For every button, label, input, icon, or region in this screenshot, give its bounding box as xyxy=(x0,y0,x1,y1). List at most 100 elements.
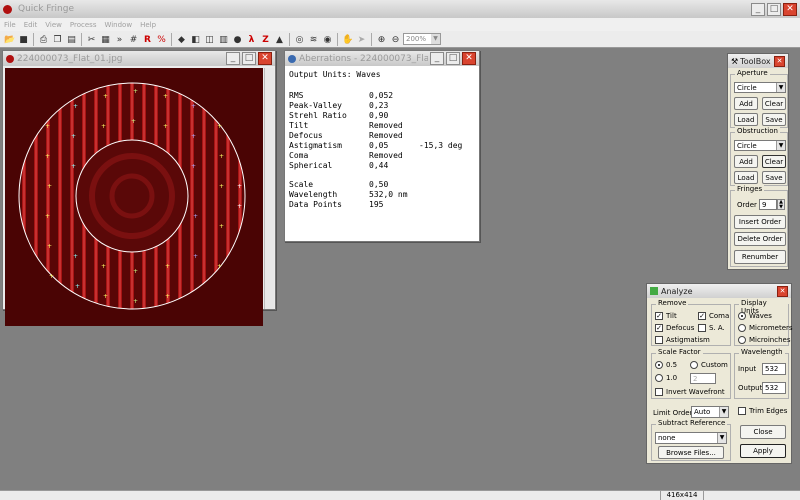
svg-text:+: + xyxy=(163,93,168,100)
obstruction-clear-button[interactable]: Clear xyxy=(762,155,786,168)
svg-text:+: + xyxy=(133,88,138,95)
aberrations-close-button[interactable]: ✕ xyxy=(462,52,476,65)
z-icon[interactable]: Z xyxy=(259,33,272,46)
zoom-select[interactable]: 200% ▼ xyxy=(403,33,441,45)
zoom-in-icon[interactable]: ⊕ xyxy=(375,33,388,46)
aberration-name: Astigmatism xyxy=(289,141,342,150)
scale-05-radio[interactable] xyxy=(655,361,663,369)
aberrations-maximize-button[interactable]: □ xyxy=(446,52,460,65)
invert-wavefront-checkbox[interactable] xyxy=(655,388,663,396)
paste-icon[interactable]: ▤ xyxy=(65,33,78,46)
zoom-out-icon[interactable]: ⊖ xyxy=(389,33,402,46)
aberration-name: Wavelength xyxy=(289,190,338,199)
image-window-title-bar[interactable]: 224000073_Flat_01.jpg _ □ ✕ xyxy=(3,51,275,66)
lambda-icon[interactable]: λ xyxy=(245,33,258,46)
aberration-value: 0,44 xyxy=(369,161,389,170)
image-close-button[interactable]: ✕ xyxy=(258,52,272,65)
menu-view[interactable]: View xyxy=(45,21,62,29)
output-wavelength-value: 532 xyxy=(765,384,779,392)
image-vertical-scrollbar[interactable] xyxy=(264,68,274,309)
input-wavelength-field[interactable]: 532 xyxy=(762,363,786,375)
close-button[interactable]: Close xyxy=(740,425,786,439)
trim-edges-checkbox[interactable] xyxy=(738,407,746,415)
image-maximize-button[interactable]: □ xyxy=(242,52,256,65)
menu-window[interactable]: Window xyxy=(104,21,132,29)
image-minimize-button[interactable]: _ xyxy=(226,52,240,65)
order-label: Order xyxy=(737,201,757,209)
maximize-button[interactable]: □ xyxy=(767,2,781,16)
profile-icon[interactable]: ◫ xyxy=(203,33,216,46)
open-icon[interactable]: 📂 xyxy=(3,33,16,46)
trim-edges-label: Trim Edges xyxy=(749,407,788,415)
obstruction-shape-select[interactable]: Circle ▼ xyxy=(734,140,786,151)
interferogram-icon[interactable]: ◎ xyxy=(293,33,306,46)
toolbox-title-bar[interactable]: ⚒ ToolBox ✕ xyxy=(728,54,788,68)
menu-file[interactable]: File xyxy=(4,21,16,29)
micrometers-radio[interactable] xyxy=(738,324,746,332)
insert-order-button[interactable]: Insert Order xyxy=(734,215,786,229)
waves-radio[interactable] xyxy=(738,312,746,320)
aperture-save-button[interactable]: Save xyxy=(762,113,786,126)
custom-scale-input[interactable]: 2 xyxy=(690,373,716,384)
aberrations-minimize-button[interactable]: _ xyxy=(430,52,444,65)
svg-text:+: + xyxy=(47,183,52,190)
save-icon[interactable]: ■ xyxy=(17,33,30,46)
sa-checkbox[interactable] xyxy=(698,324,706,332)
astigmatism-checkbox[interactable] xyxy=(655,336,663,344)
fringe-trace-icon[interactable]: ▦ xyxy=(99,33,112,46)
obstruction-add-button[interactable]: Add xyxy=(734,155,758,168)
aberration-name: Scale xyxy=(289,180,314,189)
output-wavelength-field[interactable]: 532 xyxy=(762,382,786,394)
scale-custom-radio[interactable] xyxy=(690,361,698,369)
aperture-shape-select[interactable]: Circle ▼ xyxy=(734,82,786,93)
delete-order-button[interactable]: Delete Order xyxy=(734,232,786,246)
ball-icon[interactable]: ◉ xyxy=(321,33,334,46)
order-input[interactable]: 9 xyxy=(759,199,777,210)
arrows-icon[interactable]: » xyxy=(113,33,126,46)
renumber-button[interactable]: Renumber xyxy=(734,250,786,264)
wave-icon[interactable]: ≋ xyxy=(307,33,320,46)
output-label: Output xyxy=(738,384,763,392)
obstruction-load-button[interactable]: Load xyxy=(734,171,758,184)
aperture-clear-button[interactable]: Clear xyxy=(762,97,786,110)
r-icon[interactable]: R xyxy=(141,33,154,46)
remove-group: Remove ✓ Tilt ✓ Coma ✓ Defocus S. A. Astigm… xyxy=(651,299,731,346)
apply-button[interactable]: Apply xyxy=(740,444,786,458)
close-button[interactable]: ✕ xyxy=(783,2,797,16)
menu-process[interactable]: Process xyxy=(70,21,97,29)
graph-icon[interactable]: ▲ xyxy=(273,33,286,46)
aberrations-title-bar[interactable]: Aberrations - 224000073_Flat_... _ □ ✕ xyxy=(285,51,479,66)
percent-icon[interactable]: % xyxy=(155,33,168,46)
obstruction-save-button[interactable]: Save xyxy=(762,171,786,184)
subtract-reference-select[interactable]: none ▼ xyxy=(655,432,727,444)
limit-order-select[interactable]: Auto ▼ xyxy=(691,406,729,418)
browse-files-button[interactable]: Browse Files... xyxy=(658,446,724,459)
toolbox-close-button[interactable]: ✕ xyxy=(774,55,785,67)
order-spinner[interactable]: ▲ ▼ xyxy=(777,199,785,210)
pointer-icon[interactable]: ➤ xyxy=(355,33,368,46)
grid-icon[interactable]: # xyxy=(127,33,140,46)
copy-icon[interactable]: ❐ xyxy=(51,33,64,46)
coma-checkbox[interactable]: ✓ xyxy=(698,312,706,320)
contour-icon[interactable]: ◆ xyxy=(175,33,188,46)
menu-help[interactable]: Help xyxy=(140,21,156,29)
svg-text:+: + xyxy=(103,293,108,300)
analyze-title-bar[interactable]: Analyze ✕ xyxy=(647,284,791,298)
aperture-load-button[interactable]: Load xyxy=(734,113,758,126)
tools-icon[interactable]: ✂ xyxy=(85,33,98,46)
tilt-checkbox[interactable]: ✓ xyxy=(655,312,663,320)
sphere-icon[interactable]: ● xyxy=(231,33,244,46)
print-icon[interactable]: ⎙ xyxy=(37,33,50,46)
analyze-close-x-button[interactable]: ✕ xyxy=(777,285,788,297)
hand-icon[interactable]: ✋ xyxy=(341,33,354,46)
defocus-checkbox[interactable]: ✓ xyxy=(655,324,663,332)
micrometers-label: Micrometers xyxy=(749,324,793,332)
scale-10-radio[interactable] xyxy=(655,374,663,382)
surface-icon[interactable]: ◧ xyxy=(189,33,202,46)
menu-edit[interactable]: Edit xyxy=(24,21,38,29)
aperture-add-button[interactable]: Add xyxy=(734,97,758,110)
chart-icon[interactable]: ▥ xyxy=(217,33,230,46)
aberration-value: 532,0 nm xyxy=(369,190,408,199)
minimize-button[interactable]: _ xyxy=(751,2,765,16)
microinches-radio[interactable] xyxy=(738,336,746,344)
